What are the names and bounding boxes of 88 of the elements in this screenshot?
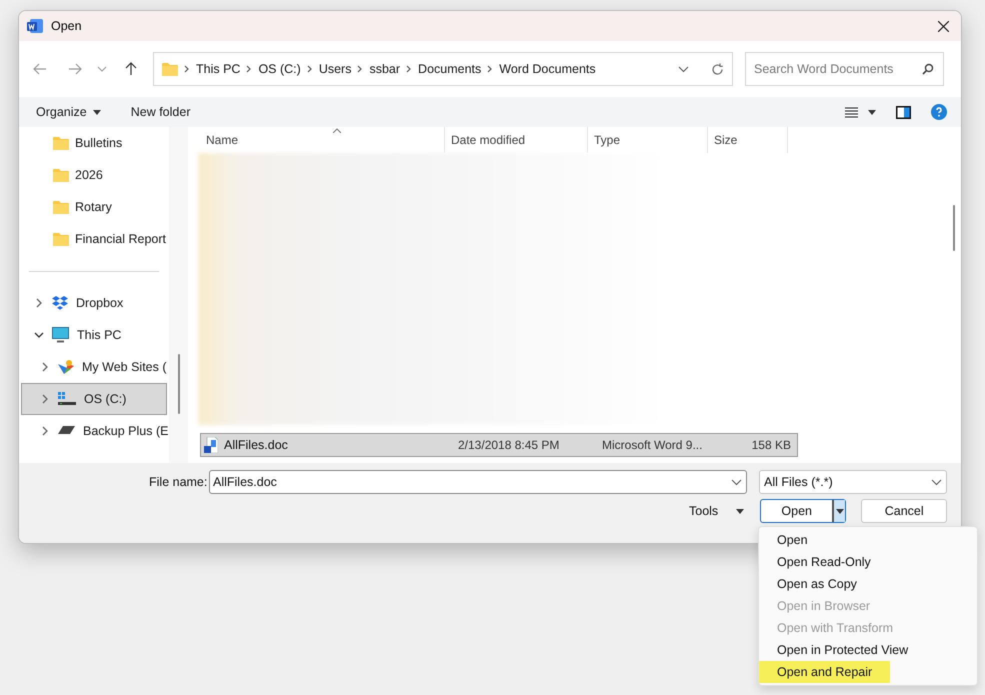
caret-icon: [736, 508, 744, 514]
sidebar-item[interactable]: Rotary: [19, 191, 169, 223]
chevron-right-icon[interactable]: [40, 394, 50, 404]
sidebar-item[interactable]: OS (C:): [21, 383, 167, 415]
menu-item[interactable]: Open in Protected View: [777, 639, 908, 661]
breadcrumb[interactable]: Documents: [418, 60, 482, 78]
chevron-down-icon[interactable]: [678, 66, 689, 72]
file-name: AllFiles.doc: [224, 436, 289, 454]
sidebar-label: OS (C:): [84, 390, 126, 408]
cancel-button[interactable]: Cancel: [861, 499, 948, 523]
menu-item[interactable]: Open Read-Only: [777, 551, 871, 573]
dropdown-caret-icon: [836, 508, 844, 514]
sidebar-item[interactable]: 2026: [19, 159, 169, 191]
sidebar-label: This PC: [77, 326, 122, 344]
disk-drive-icon: [58, 426, 75, 436]
scrollbar-thumb[interactable]: [178, 354, 180, 414]
breadcrumb[interactable]: OS (C:): [258, 60, 301, 78]
folder-icon: [53, 232, 69, 246]
menu-item[interactable]: Open and Repair: [759, 661, 890, 683]
file-size: 158 KB: [750, 437, 792, 454]
word-logo-icon: [27, 18, 43, 34]
new-folder-button[interactable]: New folder: [130, 102, 190, 122]
sidebar-label: Backup Plus (E: [83, 422, 168, 440]
chevron-right-icon[interactable]: [40, 362, 50, 372]
search-field[interactable]: Search Word Documents: [745, 52, 944, 86]
open-box-icon: [52, 296, 68, 310]
breadcrumb[interactable]: This PC: [196, 60, 240, 78]
sort-up-icon: [333, 128, 341, 133]
chevron-down-icon[interactable]: [34, 330, 44, 340]
monitor-icon: [52, 327, 69, 343]
sidebar-label: Dropbox: [76, 294, 124, 312]
chevron-right-icon: [306, 65, 313, 73]
menu-item[interactable]: Open: [777, 529, 808, 551]
sidebar-item[interactable]: Dropbox: [21, 287, 167, 319]
folder-icon: [53, 200, 69, 214]
file-row[interactable]: AllFiles.doc 2/13/2018 8:45 PM Microsoft Word 9... 158 KB: [200, 433, 798, 457]
chevron-right-icon: [487, 65, 494, 73]
breadcrumb[interactable]: Word Documents: [499, 60, 596, 78]
breadcrumb[interactable]: Users: [318, 60, 352, 78]
sidebar-item[interactable]: Financial Report: [19, 223, 169, 255]
chevron-right-icon: [357, 65, 364, 73]
caret-icon: [92, 110, 101, 114]
window-title: Open: [51, 18, 82, 35]
file-type: Microsoft Word 9...: [602, 437, 704, 454]
close-icon[interactable]: [938, 20, 949, 32]
column-header[interactable]: Size: [708, 127, 788, 153]
chevron-right-icon: [406, 65, 412, 73]
file-type-dropdown[interactable]: All Files (*.*): [759, 470, 947, 494]
tools-button[interactable]: Tools: [689, 502, 744, 520]
refresh-icon[interactable]: [711, 62, 724, 76]
file-date: 2/13/2018 8:45 PM: [458, 437, 560, 454]
organize-button[interactable]: Organize: [36, 102, 101, 122]
search-icon[interactable]: [922, 63, 934, 75]
menu-item[interactable]: Open as Copy: [777, 573, 857, 595]
colorful-globe-icon: [58, 360, 74, 374]
list-view-icon[interactable]: [845, 106, 858, 118]
sidebar-label: My Web Sites (: [82, 358, 167, 376]
back-arrow-icon[interactable]: [33, 63, 47, 75]
sidebar-label: Rotary: [75, 198, 112, 216]
help-icon[interactable]: [931, 104, 947, 120]
scrollbar-thumb[interactable]: [953, 205, 955, 251]
file-name-field[interactable]: AllFiles.doc: [209, 470, 747, 494]
chevron-right-icon[interactable]: [34, 298, 44, 308]
open-split-button[interactable]: Open: [760, 499, 846, 523]
chevron-right-icon[interactable]: [40, 426, 50, 436]
sidebar-item[interactable]: My Web Sites (: [21, 351, 167, 383]
address-bar[interactable]: This PC OS (C:) Users ssbar Documents Word Documents: [153, 52, 733, 86]
folder-icon: [162, 62, 178, 76]
chevron-right-icon: [246, 65, 252, 73]
drive-icon: [58, 392, 76, 406]
file-name-label: File name:: [149, 474, 207, 491]
forward-arrow-icon[interactable]: [68, 63, 82, 75]
sidebar-label: 2026: [75, 166, 103, 184]
chevron-down-icon[interactable]: [931, 478, 942, 486]
caret-icon: [868, 110, 876, 114]
sidebar-item[interactable]: Bulletins: [19, 127, 169, 159]
sidebar-item[interactable]: This PC: [21, 319, 167, 351]
breadcrumb[interactable]: ssbar: [369, 60, 400, 78]
preview-pane-icon[interactable]: [896, 106, 911, 118]
sidebar-label: Financial Report: [75, 230, 166, 248]
chevron-right-icon: [184, 65, 190, 73]
folder-icon: [53, 168, 69, 182]
word-document-icon: [204, 437, 218, 453]
folder-icon: [53, 136, 69, 150]
sidebar-item[interactable]: Backup Plus (E: [21, 415, 167, 447]
sidebar-label: Bulletins: [75, 134, 122, 152]
up-arrow-icon[interactable]: [125, 62, 137, 76]
chevron-down-icon[interactable]: [731, 479, 742, 486]
